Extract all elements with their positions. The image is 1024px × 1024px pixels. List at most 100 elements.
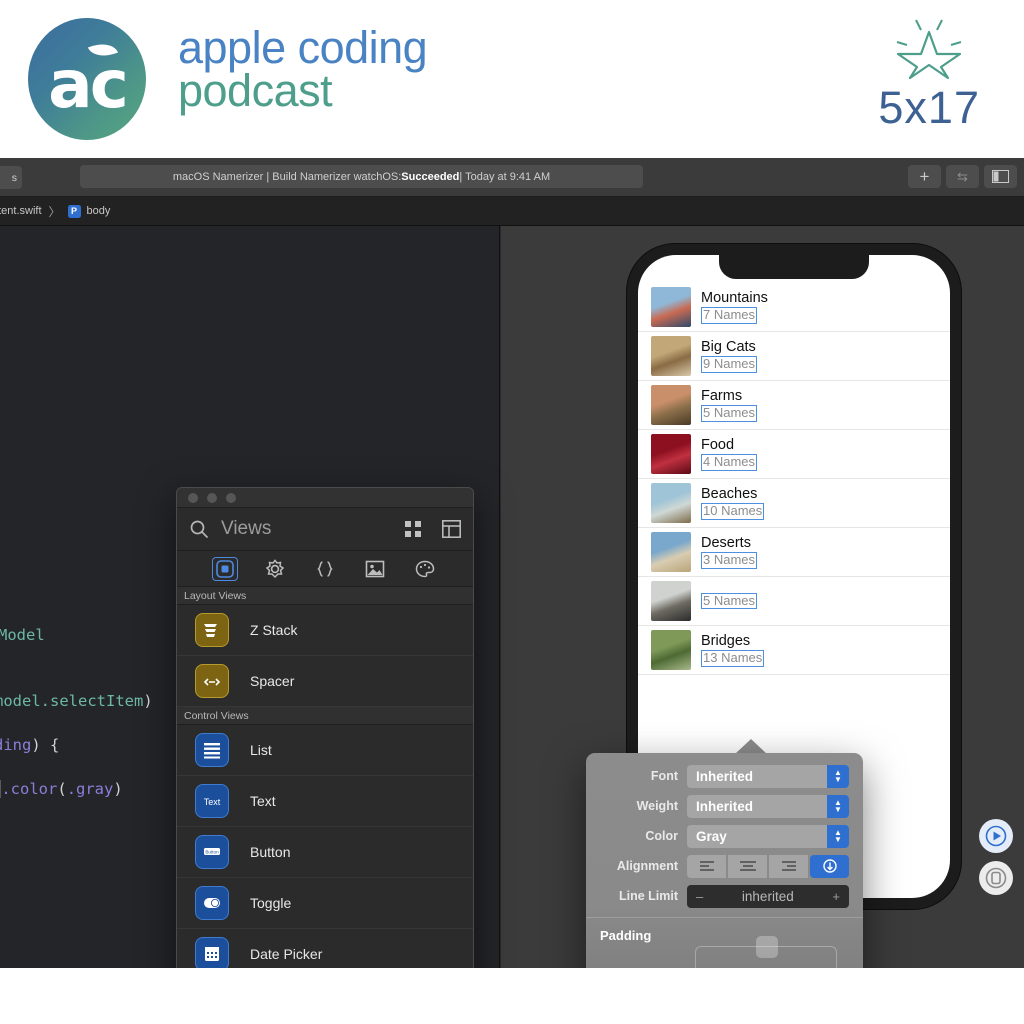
- jump-bar[interactable]: ntent.swift 〉 P body: [0, 197, 1024, 226]
- category-row[interactable]: Mountains 7 Names: [638, 283, 950, 332]
- library-item-label: Text: [250, 793, 276, 809]
- jumpbar-file[interactable]: ntent.swift: [0, 205, 42, 217]
- category-row[interactable]: Farms 5 Names: [638, 381, 950, 430]
- swap-arrows-icon[interactable]: ⇆: [946, 165, 979, 188]
- right-panel-icon[interactable]: [984, 165, 1017, 188]
- inspector-row-font: Font Inherited ▲ ▼: [600, 761, 849, 791]
- category-subtitle[interactable]: 5 Names: [701, 405, 758, 422]
- category-row[interactable]: Bridges 13 Names: [638, 626, 950, 675]
- device-notch: [719, 255, 869, 279]
- code-line: ).color(.gray): [0, 780, 123, 798]
- category-row[interactable]: Deserts 3 Names: [638, 528, 950, 577]
- category-subtitle[interactable]: 7 Names: [701, 307, 758, 324]
- library-item-label: Z Stack: [250, 622, 298, 638]
- library-item-text[interactable]: Text Text: [177, 776, 473, 827]
- zoom-icon[interactable]: [226, 492, 236, 503]
- category-title: Farms: [701, 387, 743, 404]
- line-limit-value[interactable]: inherited: [742, 889, 794, 904]
- close-icon[interactable]: [188, 492, 198, 503]
- library-item-list[interactable]: List: [177, 725, 473, 776]
- views-tab[interactable]: [212, 556, 238, 581]
- code-line: ding) {: [0, 736, 59, 754]
- align-inherited-icon[interactable]: [810, 854, 849, 878]
- category-thumbnail: [651, 385, 691, 425]
- list-view-icon[interactable]: [442, 520, 461, 538]
- library-item-button[interactable]: Button Button: [177, 827, 473, 878]
- snippets-tab[interactable]: [312, 557, 338, 581]
- library-search-input[interactable]: Views: [221, 518, 392, 540]
- popup-button[interactable]: Inherited ▲ ▼: [687, 764, 849, 788]
- category-subtitle[interactable]: 13 Names: [701, 650, 765, 667]
- code-token: ding: [0, 736, 32, 754]
- popup-value: Inherited: [696, 798, 754, 814]
- category-title: Beaches: [701, 485, 758, 502]
- jumpbar-symbol[interactable]: body: [87, 205, 111, 217]
- grid-view-icon[interactable]: [404, 520, 422, 538]
- brand-title: apple coding podcast: [178, 22, 428, 113]
- sparkle-star-icon: [896, 19, 962, 80]
- chevron-updown-icon[interactable]: ▲ ▼: [827, 824, 849, 848]
- category-subtitle[interactable]: 10 Names: [701, 503, 765, 520]
- library-search-row[interactable]: Views: [177, 508, 473, 551]
- category-list[interactable]: Mountains 7 Names Big Cats 9 Names Farms 5 Na…: [638, 283, 950, 675]
- chevron-updown-icon[interactable]: ▲ ▼: [827, 764, 849, 788]
- category-thumbnail: [651, 630, 691, 670]
- toggle-icon: [195, 886, 229, 920]
- build-status-prefix: macOS Namerizer | Build Namerizer watchO…: [172, 170, 402, 183]
- inspector-row-label: Color: [645, 829, 678, 843]
- category-text: Beaches 10 Names: [701, 485, 765, 521]
- library-tabs[interactable]: [177, 551, 473, 587]
- category-row[interactable]: Beaches 10 Names: [638, 479, 950, 528]
- category-subtitle[interactable]: 4 Names: [701, 454, 758, 471]
- podcast-banner: ac apple coding podcast 5x17: [0, 0, 1024, 158]
- toolbar-left-chip[interactable]: s: [0, 166, 22, 189]
- library-item-z-stack[interactable]: Z Stack: [177, 605, 473, 656]
- line-limit-stepper[interactable]: – inherited +: [687, 884, 849, 908]
- code-token: model.selectItem: [0, 692, 144, 710]
- category-subtitle[interactable]: 9 Names: [701, 356, 758, 373]
- z-stack-icon: [195, 613, 229, 647]
- popup-button[interactable]: Inherited ▲ ▼: [687, 794, 849, 818]
- align-left-icon[interactable]: [687, 854, 726, 878]
- xcode-toolbar: s macOS Namerizer | Build Namerizer watc…: [0, 158, 1024, 197]
- inspector-rows[interactable]: Font Inherited ▲ ▼ Weight Inherited ▲ ▼ Color Gra…: [586, 761, 863, 911]
- build-status-bar[interactable]: macOS Namerizer | Build Namerizer watchO…: [80, 165, 643, 188]
- add-button[interactable]: +: [908, 165, 941, 188]
- library-titlebar[interactable]: [177, 488, 473, 508]
- button-icon: Button: [195, 835, 229, 869]
- align-right-icon[interactable]: [769, 854, 808, 878]
- brand-line-1: apple coding: [178, 22, 428, 73]
- align-center-icon[interactable]: [728, 854, 767, 878]
- category-subtitle[interactable]: 3 Names: [701, 552, 758, 569]
- palette-icon: [415, 560, 435, 577]
- inspector-row-alignment: Alignment: [600, 851, 849, 881]
- category-row[interactable]: Food 4 Names: [638, 430, 950, 479]
- color-tab[interactable]: [412, 557, 438, 581]
- library-popup[interactable]: Views Layout Views Z Stack Spacer Control V…: [176, 487, 474, 1024]
- episode-badge: 5x17: [878, 18, 980, 134]
- media-tab[interactable]: [362, 557, 388, 581]
- category-thumbnail: [651, 483, 691, 523]
- category-subtitle[interactable]: 5 Names: [701, 593, 758, 610]
- inspector-row-weight: Weight Inherited ▲ ▼: [600, 791, 849, 821]
- date-picker-icon: [195, 937, 229, 971]
- library-item-toggle[interactable]: Toggle: [177, 878, 473, 929]
- modifiers-tab[interactable]: [262, 557, 288, 581]
- category-thumbnail: [651, 287, 691, 327]
- popup-button[interactable]: Gray ▲ ▼: [687, 824, 849, 848]
- chevron-updown-icon[interactable]: ▲ ▼: [827, 794, 849, 818]
- device-circle-icon[interactable]: [979, 861, 1013, 895]
- line-limit-minus-button[interactable]: –: [696, 889, 703, 904]
- library-item-label: List: [250, 742, 272, 758]
- category-row[interactable]: 5 Names: [638, 577, 950, 626]
- popup-value: Inherited: [696, 768, 754, 784]
- minimize-icon[interactable]: [207, 492, 217, 503]
- alignment-segmented-control[interactable]: [687, 854, 849, 878]
- inspector-row-label: Font: [650, 769, 678, 783]
- line-limit-plus-button[interactable]: +: [832, 889, 840, 904]
- play-circle-icon[interactable]: [979, 819, 1013, 853]
- category-row[interactable]: Big Cats 9 Names: [638, 332, 950, 381]
- padding-top-handle[interactable]: [756, 936, 778, 958]
- library-item-spacer[interactable]: Spacer: [177, 656, 473, 707]
- library-content[interactable]: Layout Views Z Stack Spacer Control Views Li…: [177, 587, 473, 1024]
